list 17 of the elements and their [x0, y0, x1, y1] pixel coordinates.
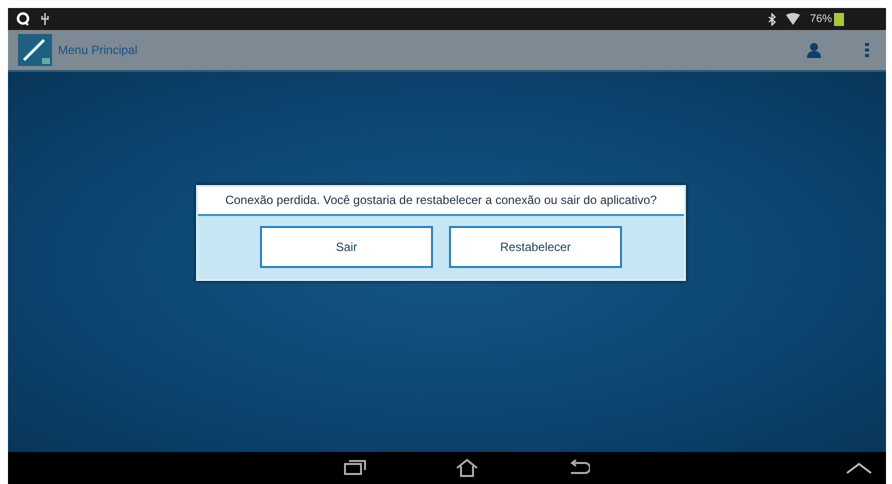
overflow-menu-icon[interactable]: [864, 42, 870, 58]
battery-percentage: 76%: [810, 13, 832, 25]
app-title: Menu Principal: [58, 43, 138, 57]
dialog-message: Conexão perdida. Você gostaria de restabelecer a conexão ou sair do aplicativo?: [198, 187, 684, 216]
notification-icon: [16, 12, 30, 26]
dialog-button[interactable]: Sair: [260, 226, 433, 268]
pencil-logo-icon: [18, 34, 52, 66]
home-icon[interactable]: [456, 459, 478, 477]
battery-icon: [834, 12, 844, 26]
bluetooth-icon: [768, 12, 776, 26]
account-icon[interactable]: [806, 42, 822, 58]
usb-icon: [40, 12, 50, 26]
back-icon[interactable]: [568, 459, 590, 475]
wifi-icon: [786, 13, 800, 25]
recent-apps-icon[interactable]: [344, 459, 366, 475]
caret-up-icon[interactable]: [846, 462, 872, 474]
dialog-button[interactable]: Restabelecer: [449, 226, 622, 268]
